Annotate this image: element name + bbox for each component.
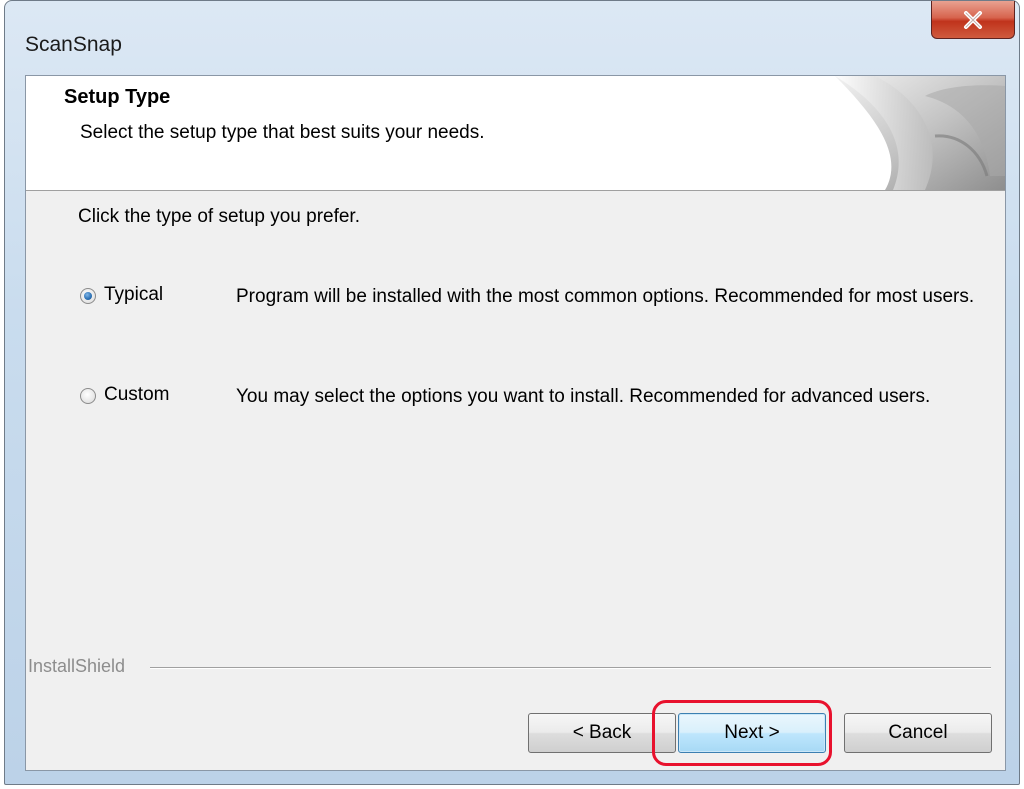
setup-prompt: Click the type of setup you prefer. — [78, 206, 360, 227]
installer-window: ScanSnap Setup Type Select the setup typ… — [4, 0, 1020, 785]
installshield-brand: InstallShield — [28, 656, 134, 677]
brand-divider: InstallShield — [26, 656, 1005, 680]
window-title: ScanSnap — [25, 33, 122, 56]
page-title: Setup Type — [64, 86, 171, 108]
option-description-custom: You may select the options you want to i… — [236, 386, 931, 407]
dialog-client-area: Setup Type Select the setup type that be… — [25, 75, 1006, 771]
option-label-typical[interactable]: Typical — [104, 284, 163, 306]
close-icon — [964, 10, 982, 29]
divider-line — [150, 667, 991, 669]
option-description-typical: Program will be installed with the most … — [236, 286, 975, 307]
option-label-custom[interactable]: Custom — [104, 384, 169, 406]
radio-custom[interactable] — [80, 388, 96, 404]
header-panel: Setup Type Select the setup type that be… — [26, 76, 1005, 191]
close-button[interactable] — [931, 1, 1015, 39]
cancel-button[interactable]: Cancel — [844, 713, 992, 753]
next-button[interactable]: Next > — [678, 713, 826, 753]
page-curl-icon — [835, 76, 1005, 190]
page-subtitle: Select the setup type that best suits yo… — [80, 122, 485, 143]
radio-typical[interactable] — [80, 288, 96, 304]
title-bar[interactable]: ScanSnap — [5, 1, 1019, 75]
back-button[interactable]: < Back — [528, 713, 676, 753]
